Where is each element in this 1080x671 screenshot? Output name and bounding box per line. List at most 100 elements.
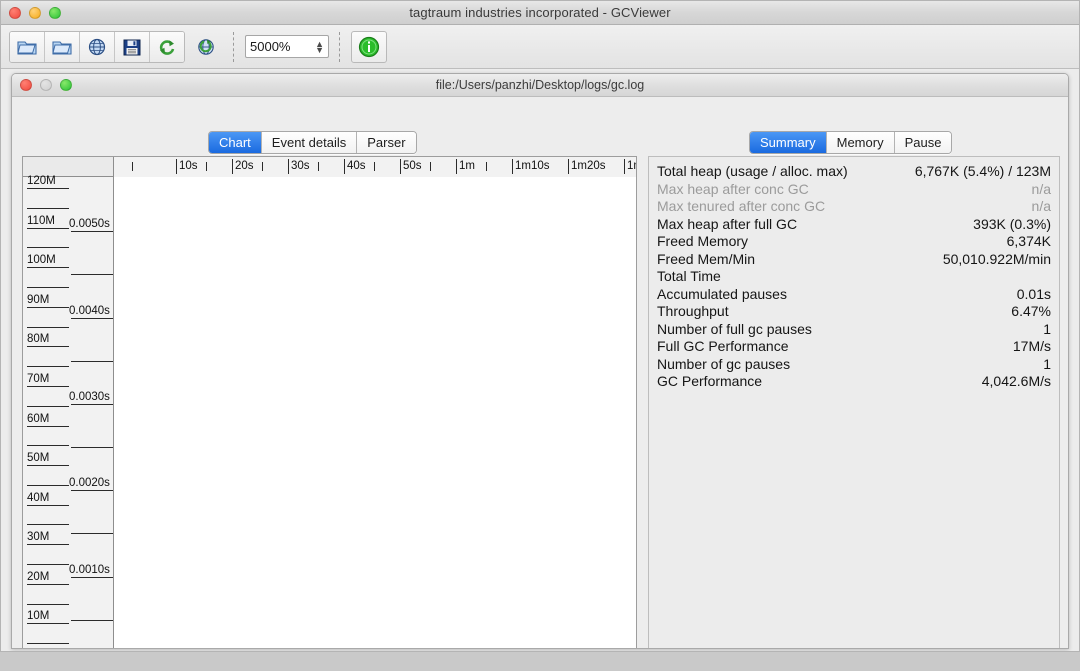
window-titlebar: tagtraum industries incorporated - GCVie… xyxy=(1,1,1079,25)
y-axis-pause-label: 0.0030s xyxy=(69,391,110,403)
x-axis-major-tick xyxy=(288,159,289,174)
summary-row-label: Freed Mem/Min xyxy=(657,251,755,269)
summary-row-label: Total Time xyxy=(657,268,721,286)
x-axis-minor-tick xyxy=(318,162,319,171)
y-axis-memory-minor-tick xyxy=(27,445,69,446)
minimize-button[interactable] xyxy=(29,7,41,19)
y-axis-memory-label: 100M xyxy=(27,254,56,266)
summary-row-label: Freed Memory xyxy=(657,233,748,251)
toolbar-separator xyxy=(233,32,235,62)
summary-row-value: 17M/s xyxy=(1013,338,1051,356)
close-button[interactable] xyxy=(9,7,21,19)
y-axis-pause-minor-tick xyxy=(71,447,113,448)
window-title: tagtraum industries incorporated - GCVie… xyxy=(409,5,670,20)
y-axis-memory-label: 30M xyxy=(27,531,49,543)
x-axis-label: 1m xyxy=(459,160,475,172)
summary-row-value: n/a xyxy=(1032,181,1051,199)
y-axis-memory-minor-tick xyxy=(27,524,69,525)
x-axis-label: 1m xyxy=(627,160,636,172)
summary-row: GC Performance4,042.6M/s xyxy=(657,373,1051,391)
left-tab-group: Chart Event details Parser xyxy=(208,131,417,154)
y-axis-memory-tick xyxy=(27,188,69,189)
stepper-arrows[interactable]: ▲ ▼ xyxy=(315,41,324,53)
y-axis-memory-tick xyxy=(27,267,69,268)
document-minimize-button xyxy=(40,79,52,91)
y-axis-pause-minor-tick xyxy=(71,533,113,534)
x-axis-label: 10s xyxy=(179,160,198,172)
watch-button[interactable] xyxy=(189,32,223,62)
summary-row-label: Number of full gc pauses xyxy=(657,321,812,339)
stepper-down-arrow[interactable]: ▼ xyxy=(315,47,324,53)
y-axis-memory-minor-tick xyxy=(27,564,69,565)
summary-row-value: 4,042.6M/s xyxy=(982,373,1051,391)
y-axis-pause-tick xyxy=(71,577,113,578)
summary-row: Max tenured after conc GC n/a xyxy=(657,198,1051,216)
y-axis-pause-tick xyxy=(71,490,113,491)
document-zoom-button[interactable] xyxy=(60,79,72,91)
y-axis-pause-tick xyxy=(71,404,113,405)
summary-row: Freed Memory 6,374K xyxy=(657,233,1051,251)
right-tab-group: Summary Memory Pause xyxy=(749,131,952,154)
summary-row-label: Total heap (usage / alloc. max) xyxy=(657,163,848,181)
tab-event-details[interactable]: Event details xyxy=(262,132,357,153)
floppy-disk-icon xyxy=(121,37,143,57)
open-url-button[interactable] xyxy=(80,32,115,62)
zoom-button[interactable] xyxy=(49,7,61,19)
chart-y-axis: 120M110M100M90M80M70M60M50M40M30M20M10M0… xyxy=(23,157,114,649)
y-axis-memory-minor-tick xyxy=(27,208,69,209)
about-button[interactable] xyxy=(351,31,387,63)
x-axis-label: 30s xyxy=(291,160,310,172)
tab-pause[interactable]: Pause xyxy=(895,132,952,153)
x-axis-major-tick xyxy=(568,159,569,174)
summary-row-value: 6.47% xyxy=(1011,303,1051,321)
document-close-button[interactable] xyxy=(20,79,32,91)
summary-row: Total heap (usage / alloc. max) 6,767K (5… xyxy=(657,163,1051,181)
x-axis-label: 50s xyxy=(403,160,422,172)
y-axis-memory-minor-tick xyxy=(27,643,69,644)
y-axis-memory-tick xyxy=(27,307,69,308)
export-button[interactable] xyxy=(115,32,150,62)
open-recent-button[interactable] xyxy=(45,32,80,62)
x-axis-minor-tick xyxy=(374,162,375,171)
open-file-button[interactable] xyxy=(10,32,45,62)
y-axis-memory-label: 80M xyxy=(27,333,49,345)
main-toolbar: 5000% ▲ ▼ xyxy=(1,25,1079,69)
y-axis-memory-label: 120M xyxy=(27,175,56,187)
summary-row-value: n/a xyxy=(1032,198,1051,216)
tab-parser[interactable]: Parser xyxy=(357,132,415,153)
gc-chart-panel[interactable]: 120M110M100M90M80M70M60M50M40M30M20M10M0… xyxy=(22,156,637,649)
x-axis-major-tick xyxy=(512,159,513,174)
x-axis-major-tick xyxy=(344,159,345,174)
zoom-stepper[interactable]: 5000% ▲ ▼ xyxy=(245,35,329,58)
refresh-button[interactable] xyxy=(150,32,184,62)
x-axis-minor-tick xyxy=(132,162,133,171)
y-axis-memory-minor-tick xyxy=(27,327,69,328)
tab-chart[interactable]: Chart xyxy=(209,132,262,153)
y-axis-memory-tick xyxy=(27,228,69,229)
y-axis-memory-tick xyxy=(27,505,69,506)
y-axis-memory-tick xyxy=(27,386,69,387)
x-axis-label: 1m10s xyxy=(515,160,550,172)
summary-row-label: Max tenured after conc GC xyxy=(657,198,825,216)
summary-row-label: Accumulated pauses xyxy=(657,286,787,304)
y-axis-pause-label: 0.0040s xyxy=(69,305,110,317)
y-axis-pause-minor-tick xyxy=(71,274,113,275)
y-axis-memory-minor-tick xyxy=(27,366,69,367)
summary-panel: Total heap (usage / alloc. max) 6,767K (5… xyxy=(648,156,1060,649)
y-axis-memory-tick xyxy=(27,544,69,545)
y-axis-pause-label: 0.0010s xyxy=(69,564,110,576)
chart-plot-area[interactable]: 10s20s30s40s50s1m1m10s1m20s1m xyxy=(114,157,636,649)
summary-row: Throughput6.47% xyxy=(657,303,1051,321)
summary-row: Max heap after conc GC n/a xyxy=(657,181,1051,199)
y-axis-memory-label: 20M xyxy=(27,571,49,583)
chart-canvas[interactable] xyxy=(114,177,636,649)
tab-memory[interactable]: Memory xyxy=(827,132,895,153)
y-axis-memory-tick xyxy=(27,346,69,347)
x-axis-major-tick xyxy=(624,159,625,174)
summary-row-value: 6,767K (5.4%) / 123M xyxy=(915,163,1051,181)
summary-row-label: Max heap after conc GC xyxy=(657,181,809,199)
summary-row-value: 1 xyxy=(1043,321,1051,339)
summary-row: Max heap after full GC393K (0.3%) xyxy=(657,216,1051,234)
summary-row-value: 6,374K xyxy=(1007,233,1051,251)
tab-summary[interactable]: Summary xyxy=(750,132,827,153)
